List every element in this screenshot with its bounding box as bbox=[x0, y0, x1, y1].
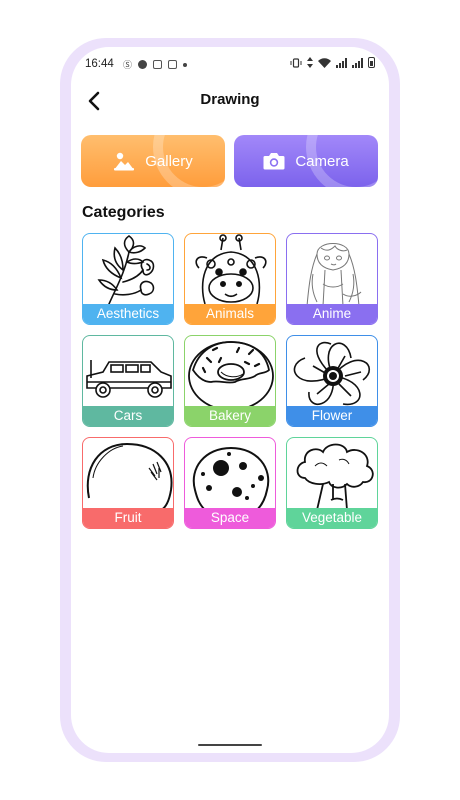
broccoli-icon bbox=[296, 443, 374, 510]
image-icon bbox=[114, 152, 135, 171]
status-left-icons: Ⓢ bbox=[123, 58, 188, 71]
camera-label: Camera bbox=[295, 152, 349, 170]
category-label: Fruit bbox=[83, 508, 173, 528]
flower-icon bbox=[293, 341, 370, 406]
category-card-space[interactable]: Space bbox=[184, 437, 276, 529]
camera-button[interactable]: Camera bbox=[234, 135, 378, 187]
category-label: Space bbox=[185, 508, 275, 528]
category-label: Bakery bbox=[185, 406, 275, 426]
category-card-anime[interactable]: Anime bbox=[286, 233, 378, 325]
fruit-icon bbox=[86, 442, 173, 510]
category-label: Aesthetics bbox=[83, 304, 173, 324]
home-indicator[interactable] bbox=[198, 744, 262, 746]
camera-icon bbox=[263, 153, 285, 170]
sim-icon: Ⓢ bbox=[123, 60, 133, 70]
status-bar: 16:44 Ⓢ bbox=[71, 47, 389, 83]
gallery-label: Gallery bbox=[145, 152, 193, 170]
category-card-animals[interactable]: Animals bbox=[184, 233, 276, 325]
gallery-button[interactable]: Gallery bbox=[81, 135, 225, 187]
notification-box-icon bbox=[153, 60, 163, 69]
moon-icon bbox=[192, 446, 270, 510]
status-right-icons bbox=[290, 57, 375, 68]
dot-icon bbox=[183, 62, 188, 67]
header: Drawing bbox=[71, 83, 389, 129]
car-icon bbox=[86, 360, 172, 398]
signal-icon bbox=[336, 57, 347, 68]
battery-icon bbox=[368, 57, 375, 68]
notification-box-icon bbox=[168, 60, 178, 69]
signal-icon bbox=[352, 57, 363, 68]
status-time: 16:44 bbox=[85, 58, 114, 70]
category-card-vegetable[interactable]: Vegetable bbox=[286, 437, 378, 529]
page-title: Drawing bbox=[200, 91, 260, 108]
wifi-icon bbox=[318, 57, 331, 68]
app-screen: 16:44 Ⓢ Drawing Gallery Camera Categorie… bbox=[71, 47, 389, 753]
category-card-bakery[interactable]: Bakery bbox=[184, 335, 276, 427]
category-card-fruit[interactable]: Fruit bbox=[82, 437, 174, 529]
category-card-aesthetics[interactable]: Aesthetics bbox=[82, 233, 174, 325]
category-label: Cars bbox=[83, 406, 173, 426]
vibrate-icon bbox=[290, 57, 302, 68]
donut-icon bbox=[188, 341, 274, 408]
category-card-flower[interactable]: Flower bbox=[286, 335, 378, 427]
category-label: Anime bbox=[287, 304, 377, 324]
category-label: Flower bbox=[287, 406, 377, 426]
categories-title: Categories bbox=[82, 204, 165, 221]
data-arrows-icon bbox=[307, 57, 313, 68]
play-icon bbox=[138, 60, 148, 69]
flower-branch-icon bbox=[97, 235, 155, 305]
giraffe-icon bbox=[195, 234, 267, 305]
anime-girl-icon bbox=[306, 243, 362, 306]
category-label: Animals bbox=[185, 304, 275, 324]
category-label: Vegetable bbox=[287, 508, 377, 528]
category-card-cars[interactable]: Cars bbox=[82, 335, 174, 427]
